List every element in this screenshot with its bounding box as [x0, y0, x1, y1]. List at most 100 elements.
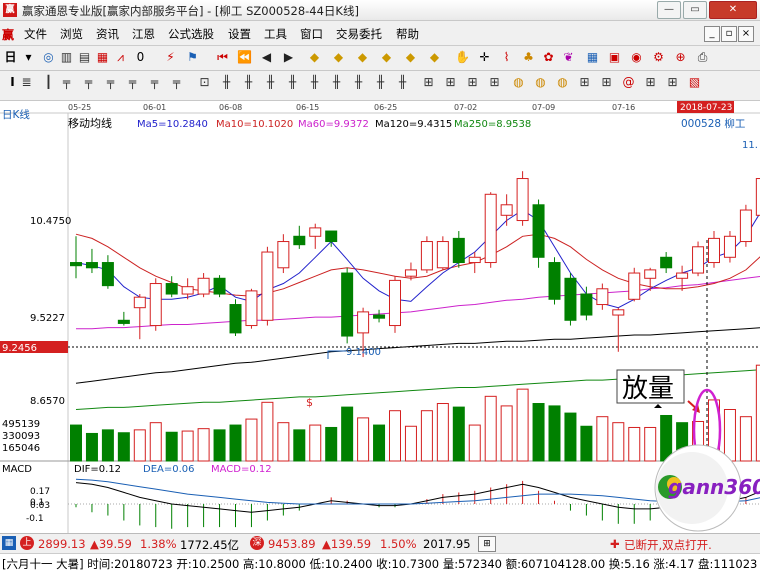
- connection-status[interactable]: 已断开,双点打开.: [624, 537, 712, 553]
- low-label: 9.1400: [346, 347, 381, 358]
- window-title: 赢家通恩专业版[赢家内部服务平台] - [柳工 SZ000528-44日K线]: [22, 3, 359, 19]
- date-tick: 07-09: [532, 103, 555, 112]
- candle-chart-icon[interactable]: ▤: [76, 49, 93, 66]
- menu-item-gann[interactable]: 江恩: [132, 26, 155, 42]
- candle-body: [693, 247, 704, 273]
- box-icon[interactable]: ▧: [686, 74, 703, 91]
- first-page-icon[interactable]: ⏮: [214, 49, 231, 66]
- chart-line-icon[interactable]: ⌇: [498, 49, 515, 66]
- volume-chart-icon[interactable]: ▦: [94, 49, 111, 66]
- menu-item-info[interactable]: 资讯: [96, 26, 119, 42]
- ruler-icon-6[interactable]: ╫: [328, 74, 345, 91]
- ruler-icon-7[interactable]: ╫: [350, 74, 367, 91]
- diamond-icon-3[interactable]: ◆: [354, 49, 371, 66]
- close-button[interactable]: ✕: [709, 1, 757, 19]
- ruler-icon-1[interactable]: ╫: [218, 74, 235, 91]
- grid-tool-icon-5[interactable]: ⊞: [576, 74, 593, 91]
- fan-icon-4[interactable]: ╤: [124, 74, 141, 91]
- ma250-label: Ma250=8.9538: [454, 119, 531, 130]
- grid-tool-icon-6[interactable]: ⊞: [598, 74, 615, 91]
- bar-chart-icon[interactable]: ▥: [58, 49, 75, 66]
- mdi-restore-button[interactable]: ▫: [721, 26, 737, 42]
- menu-item-formula[interactable]: 公式选股: [168, 26, 214, 42]
- prev-icon[interactable]: ◀: [258, 49, 275, 66]
- mdi-minimize-button[interactable]: _: [704, 26, 720, 42]
- fan-icon-2[interactable]: ╤: [80, 74, 97, 91]
- diamond-icon-4[interactable]: ◆: [378, 49, 395, 66]
- candle-body: [86, 263, 97, 268]
- grid-tool-icon-1[interactable]: ⊞: [420, 74, 437, 91]
- fan-icon-6[interactable]: ╤: [168, 74, 185, 91]
- ruler-icon-3[interactable]: ╫: [262, 74, 279, 91]
- diamond-icon-5[interactable]: ◆: [402, 49, 419, 66]
- line-chart-icon[interactable]: ⩘: [112, 49, 129, 66]
- zero-icon[interactable]: 0: [132, 49, 149, 66]
- menu-item-window[interactable]: 窗口: [300, 26, 323, 42]
- menu-item-file[interactable]: 文件: [24, 26, 47, 42]
- annotation-text: 放量: [622, 374, 674, 404]
- circle-icon-1[interactable]: ◍: [510, 74, 527, 91]
- status-button-1[interactable]: ⊞: [478, 536, 496, 552]
- kline-chart[interactable]: 05-25 06-01 06-08 06-15 06-25 07-02 07-0…: [0, 101, 760, 533]
- tree-icon[interactable]: ♣: [520, 49, 537, 66]
- fan-icon-3[interactable]: ╤: [102, 74, 119, 91]
- ruler-icon-4[interactable]: ╫: [284, 74, 301, 91]
- book-icon[interactable]: ▣: [606, 49, 623, 66]
- menu-item-browse[interactable]: 浏览: [60, 26, 83, 42]
- prev-page-icon[interactable]: ⏪: [236, 49, 253, 66]
- grid-tool-icon-2[interactable]: ⊞: [442, 74, 459, 91]
- volume-bar: [278, 423, 289, 461]
- circle-icon-2[interactable]: ◍: [532, 74, 549, 91]
- period-selector[interactable]: 日: [2, 49, 19, 66]
- shanghai-index-icon: 上: [20, 536, 34, 550]
- fan-icon-1[interactable]: ╤: [58, 74, 75, 91]
- status-grid-icon[interactable]: ▦: [2, 536, 16, 550]
- globe-icon[interactable]: ⊕: [672, 49, 689, 66]
- kline-chart-panel[interactable]: 05-25 06-01 06-08 06-15 06-25 07-02 07-0…: [0, 101, 760, 533]
- mdi-close-button[interactable]: ×: [738, 26, 754, 42]
- menu-item-settings[interactable]: 设置: [228, 26, 251, 42]
- menu-item-trade[interactable]: 交易委托: [336, 26, 382, 42]
- ruler-icon-2[interactable]: ╫: [240, 74, 257, 91]
- connection-icon: ✚: [610, 537, 620, 551]
- calendar-icon[interactable]: ▦: [584, 49, 601, 66]
- lightning-icon[interactable]: ⚡: [162, 49, 179, 66]
- grid-tool-icon-3[interactable]: ⊞: [464, 74, 481, 91]
- candle-body: [581, 294, 592, 315]
- shenzhen-index-icon: 深: [250, 536, 264, 550]
- diamond-icon-2[interactable]: ◆: [330, 49, 347, 66]
- printer-icon[interactable]: ⎙: [694, 49, 711, 66]
- maximize-button[interactable]: ▭: [683, 1, 707, 19]
- ma5-label: Ma5=10.2840: [137, 119, 208, 130]
- compass-icon[interactable]: ◎: [40, 49, 57, 66]
- date-tick: 06-08: [219, 103, 242, 112]
- menu-item-tools[interactable]: 工具: [264, 26, 287, 42]
- gear-icon[interactable]: ⚙: [650, 49, 667, 66]
- list-icon[interactable]: ≣: [18, 74, 35, 91]
- target-icon[interactable]: ◉: [628, 49, 645, 66]
- diamond-icon-1[interactable]: ◆: [306, 49, 323, 66]
- butterfly-icon[interactable]: ❦: [560, 49, 577, 66]
- menu-item-help[interactable]: 帮助: [396, 26, 419, 42]
- fan-icon-5[interactable]: ╤: [146, 74, 163, 91]
- candle-body: [342, 273, 353, 336]
- circle-icon-3[interactable]: ◍: [554, 74, 571, 91]
- menu-logo-icon: 赢: [2, 26, 18, 40]
- ruler-icon-9[interactable]: ╫: [394, 74, 411, 91]
- flower-icon[interactable]: ✿: [540, 49, 557, 66]
- square-icon[interactable]: ⊡: [196, 74, 213, 91]
- ruler-icon-5[interactable]: ╫: [306, 74, 323, 91]
- bars-icon[interactable]: ┃: [40, 74, 57, 91]
- ruler-icon-8[interactable]: ╫: [372, 74, 389, 91]
- next-icon[interactable]: ▶: [280, 49, 297, 66]
- grid-tool-icon-4[interactable]: ⊞: [486, 74, 503, 91]
- minimize-button[interactable]: —: [657, 1, 681, 19]
- diamond-icon-6[interactable]: ◆: [426, 49, 443, 66]
- flag-icon[interactable]: ⚑: [184, 49, 201, 66]
- spiral-icon[interactable]: @: [620, 74, 637, 91]
- crosshair-icon[interactable]: ✛: [476, 49, 493, 66]
- grid-icon[interactable]: ▾: [20, 49, 37, 66]
- hand-icon[interactable]: ✋: [454, 49, 471, 66]
- grid-tool-icon-7[interactable]: ⊞: [642, 74, 659, 91]
- grid-tool-icon-8[interactable]: ⊞: [664, 74, 681, 91]
